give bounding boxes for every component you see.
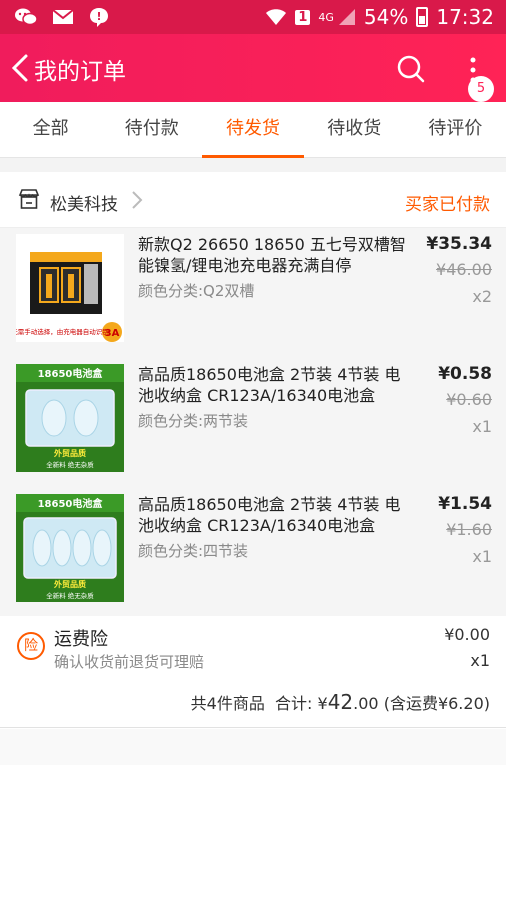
- shop-name[interactable]: 松美科技: [50, 190, 118, 215]
- item-count: 共4件商品: [190, 694, 265, 713]
- total-label: 合计:: [275, 694, 313, 713]
- image-caption: 外贸品质: [54, 579, 86, 589]
- notification-badge: 5: [468, 76, 494, 102]
- currency-symbol: ¥: [317, 694, 328, 713]
- tab-pending-shipment[interactable]: 待发货: [202, 102, 304, 158]
- mail-icon: [52, 9, 74, 24]
- insurance-description: 确认收货前退货可理赔: [54, 653, 205, 671]
- tab-pending-receipt[interactable]: 待收货: [304, 102, 405, 157]
- original-price: ¥0.60: [446, 390, 492, 409]
- product-image[interactable]: 18650电池盒 外贸品质 全新料 绝无杂质: [16, 494, 124, 602]
- page-title: 我的订单: [34, 59, 126, 85]
- image-label: 18650电池盒: [38, 497, 104, 510]
- product-quantity: x1: [472, 547, 492, 566]
- shop-icon: [18, 189, 40, 209]
- tab-pending-payment[interactable]: 待付款: [101, 102, 202, 157]
- insurance-title: 运费险: [54, 629, 108, 650]
- image-caption: 外贸品质: [54, 448, 86, 458]
- product-attribute: 颜色分类:Q2双槽: [138, 282, 255, 300]
- product-title[interactable]: 新款Q2 26650 18650 五七号双槽智能镍氢/锂电池充电器充满自停: [138, 234, 410, 276]
- insurance-price: ¥0.00: [444, 625, 490, 644]
- total-amount: 42: [327, 690, 354, 714]
- status-bar: ! 1 4G 54% 17:32: [0, 0, 506, 34]
- shop-header[interactable]: 松美科技 买家已付款: [0, 172, 506, 228]
- product-image[interactable]: 3A 无需手动选择，由充电器自动识别: [16, 234, 124, 342]
- image-caption: 无需手动选择，由充电器自动识别: [16, 327, 109, 336]
- order-status: 买家已付款: [405, 195, 490, 215]
- insurance-icon: 险: [17, 632, 45, 660]
- original-price: ¥1.60: [446, 520, 492, 539]
- order-item[interactable]: 3A 无需手动选择，由充电器自动识别 新款Q2 26650 18650 五七号双…: [0, 228, 506, 358]
- wechat-icon: [15, 8, 38, 26]
- bottom-divider: [0, 729, 506, 765]
- signal-icon: [338, 9, 355, 25]
- section-divider: [0, 158, 506, 172]
- product-price: ¥0.58: [438, 364, 492, 384]
- total-decimals: .00: [353, 694, 379, 713]
- product-quantity: x2: [472, 287, 492, 306]
- original-price: ¥46.00: [436, 260, 492, 279]
- wifi-icon: [266, 9, 287, 25]
- back-arrow-icon[interactable]: [8, 52, 32, 84]
- clock: 17:32: [436, 5, 494, 29]
- sim-icon: 1: [295, 9, 311, 25]
- chat-bubble-icon: !: [90, 8, 108, 27]
- svg-text:!: !: [96, 10, 101, 23]
- shipping-insurance: 险 运费险 确认收货前退货可理赔 ¥0.00 x1: [0, 616, 506, 680]
- network-type: 4G: [318, 10, 334, 24]
- product-attribute: 颜色分类:两节装: [138, 412, 249, 430]
- order-item[interactable]: 18650电池盒 外贸品质 全新料 绝无杂质 高品质18650电池盒 2节装 4…: [0, 358, 506, 488]
- product-price: ¥35.34: [426, 234, 492, 254]
- tab-pending-review[interactable]: 待评价: [405, 102, 506, 157]
- product-quantity: x1: [472, 417, 492, 436]
- insurance-quantity: x1: [470, 651, 490, 670]
- product-image[interactable]: 18650电池盒 外贸品质 全新料 绝无杂质: [16, 364, 124, 472]
- image-label: 18650电池盒: [38, 367, 104, 380]
- battery-icon: [416, 7, 429, 27]
- image-caption: 全新料 绝无杂质: [46, 460, 94, 469]
- order-item[interactable]: 18650电池盒 外贸品质 全新料 绝无杂质 高品质18650电池盒 2节装 4…: [0, 488, 506, 618]
- order-summary: 共4件商品 合计: ¥42.00 (含运费¥6.20): [0, 680, 506, 728]
- shipping-fee: (含运费¥6.20): [383, 694, 490, 713]
- product-title[interactable]: 高品质18650电池盒 2节装 4节装 电池收纳盒 CR123A/16340电池…: [138, 364, 410, 406]
- battery-text: 54%: [363, 5, 409, 29]
- nav-bar: 我的订单 5: [0, 34, 506, 102]
- product-price: ¥1.54: [438, 494, 492, 514]
- order-tabs: 全部 待付款 待发货 待收货 待评价: [0, 102, 506, 158]
- product-title[interactable]: 高品质18650电池盒 2节装 4节装 电池收纳盒 CR123A/16340电池…: [138, 494, 410, 536]
- chevron-right-icon: [132, 191, 143, 209]
- product-attribute: 颜色分类:四节装: [138, 542, 249, 560]
- image-caption: 全新料 绝无杂质: [46, 591, 94, 600]
- tab-all[interactable]: 全部: [0, 102, 101, 157]
- search-icon[interactable]: [396, 54, 426, 84]
